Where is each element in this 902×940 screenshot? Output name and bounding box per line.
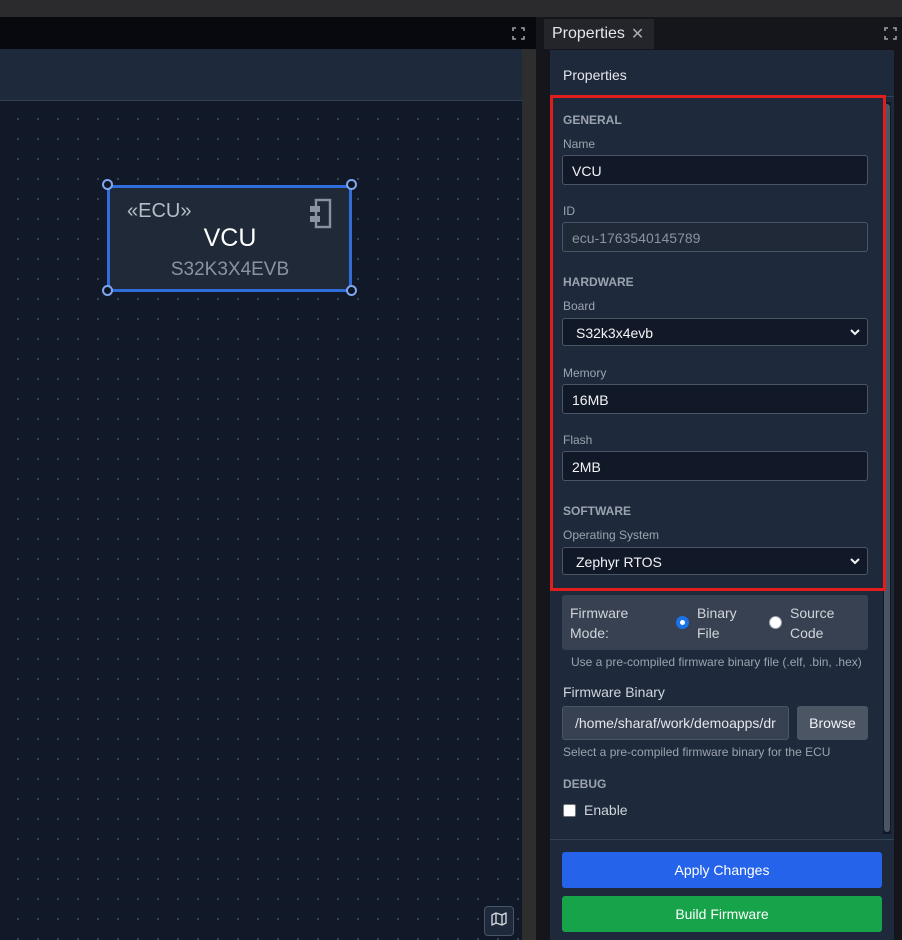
canvas-toolbar [0, 49, 522, 101]
resize-handle-bottom-right[interactable] [346, 285, 357, 296]
board-select[interactable]: S32k3x4evb [562, 318, 868, 346]
properties-pane: Properties ✕ Properties GENERAL Name VCU… [544, 17, 902, 940]
close-icon[interactable]: ✕ [631, 24, 644, 44]
pane-divider[interactable] [536, 17, 544, 940]
resize-handle-top-left[interactable] [102, 179, 113, 190]
section-software: SOFTWARE [563, 504, 631, 518]
build-firmware-button[interactable]: Build Firmware [562, 896, 882, 932]
radio-binary-file-label[interactable]: Binary File [697, 603, 747, 643]
properties-form: GENERAL Name VCU ID ecu-1763540145789 HA… [550, 97, 894, 839]
radio-binary-file[interactable] [676, 616, 689, 629]
apply-changes-button[interactable]: Apply Changes [562, 852, 882, 888]
section-general: GENERAL [563, 113, 622, 127]
memory-field[interactable]: 16MB [562, 384, 868, 414]
firmware-mode-group: Firmware Mode: Binary File Source Code [562, 595, 868, 650]
resize-handle-bottom-left[interactable] [102, 285, 113, 296]
panel-scrollbar-thumb[interactable] [884, 104, 890, 832]
section-debug: DEBUG [563, 777, 607, 791]
diagram-pane-header [0, 17, 536, 49]
chevron-down-icon [849, 325, 861, 341]
panel-title: Properties [550, 50, 894, 97]
diagram-canvas[interactable]: «ECU» VCU S32K3X4EVB [0, 101, 522, 940]
firmware-binary-label: Firmware Binary [563, 684, 665, 700]
map-icon [491, 911, 507, 931]
firmware-binary-hint: Select a pre-compiled firmware binary fo… [563, 745, 831, 759]
browse-button[interactable]: Browse [797, 706, 868, 740]
tab-label: Properties [552, 25, 625, 42]
top-bar [0, 0, 902, 17]
memory-label: Memory [563, 366, 607, 380]
debug-enable-checkbox[interactable] [563, 804, 576, 817]
canvas-scrollbar[interactable] [522, 49, 536, 940]
radio-source-code-label[interactable]: Source Code [790, 603, 850, 643]
firmware-mode-label: Firmware Mode: [570, 605, 629, 641]
name-field[interactable]: VCU [562, 155, 868, 185]
board-select-value: S32k3x4evb [576, 325, 654, 341]
ecu-stereotype: «ECU» [127, 200, 192, 222]
name-label: Name [563, 137, 596, 151]
os-select[interactable]: Zephyr RTOS [562, 547, 868, 575]
tab-properties[interactable]: Properties ✕ [544, 19, 654, 49]
properties-panel: Properties GENERAL Name VCU ID ecu-17635… [550, 50, 894, 940]
ecu-node[interactable]: «ECU» VCU S32K3X4EVB [107, 185, 352, 292]
minimap-button[interactable] [484, 906, 514, 936]
firmware-binary-path[interactable]: /home/sharaf/work/demoapps/dr [562, 706, 789, 740]
flash-field[interactable]: 2MB [562, 451, 868, 481]
ecu-board: S32K3X4EVB [170, 259, 290, 280]
firmware-mode-hint: Use a pre-compiled firmware binary file … [571, 655, 862, 669]
os-select-value: Zephyr RTOS [576, 554, 662, 570]
id-field: ecu-1763540145789 [562, 222, 868, 252]
flash-label: Flash [563, 433, 593, 447]
maximize-icon[interactable] [512, 27, 525, 45]
diagram-pane: «ECU» VCU S32K3X4EVB [0, 17, 536, 940]
component-icon [308, 198, 334, 235]
maximize-icon[interactable] [884, 27, 897, 45]
debug-enable-label[interactable]: Enable [584, 802, 628, 818]
resize-handle-top-right[interactable] [346, 179, 357, 190]
chevron-down-icon [849, 554, 861, 570]
board-label: Board [563, 299, 596, 313]
section-hardware: HARDWARE [563, 275, 634, 289]
radio-source-code[interactable] [769, 616, 782, 629]
os-label: Operating System [563, 528, 660, 542]
id-label: ID [563, 204, 575, 218]
panel-footer: Apply Changes Build Firmware [550, 839, 894, 940]
